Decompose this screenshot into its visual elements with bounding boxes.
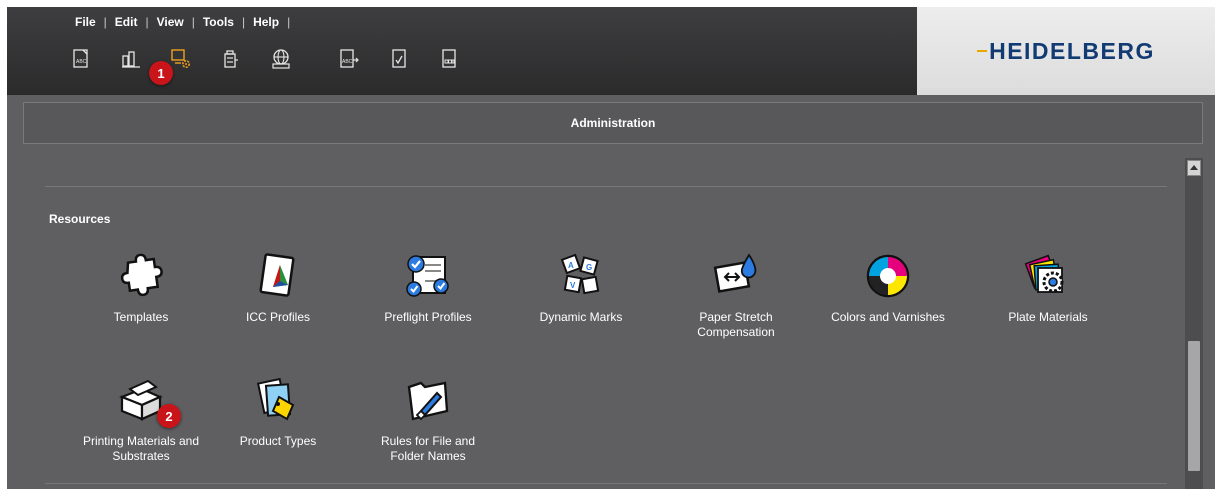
folder-brush-icon (398, 372, 458, 428)
menu-bar: File | Edit | View | Tools | Help | (67, 13, 290, 31)
svg-text:G: G (586, 263, 592, 272)
menu-view[interactable]: View (149, 15, 192, 29)
svg-text:V: V (570, 281, 576, 290)
top-bar: File | Edit | View | Tools | Help | ABC (7, 7, 917, 95)
menu-edit[interactable]: Edit (107, 15, 146, 29)
vertical-scrollbar[interactable] (1185, 158, 1203, 489)
globe-monitor-icon[interactable] (267, 45, 295, 73)
logo-accent-dash (977, 50, 988, 52)
device-icon[interactable] (217, 45, 245, 73)
resource-preflight-profiles[interactable]: Preflight Profiles (363, 248, 493, 325)
resource-label: ICC Profiles (245, 310, 310, 324)
checklist-icon (398, 248, 458, 304)
heidelberg-logo: HEIDELBERG (977, 38, 1155, 65)
menu-tools[interactable]: Tools (195, 15, 242, 29)
svg-text:ABC: ABC (76, 59, 87, 65)
resource-product-types[interactable]: Product Types (213, 372, 343, 449)
resource-label: Plate Materials (1008, 310, 1088, 324)
svg-text:A: A (568, 261, 574, 270)
resource-printing-materials-and-substrates[interactable]: Printing Materials and Substrates (76, 372, 206, 464)
divider-bottom (45, 483, 1167, 484)
resource-label: Printing Materials and Substrates (82, 434, 200, 463)
resource-rules-for-file-and-folder-names[interactable]: Rules for File and Folder Names (363, 372, 493, 464)
resource-paper-stretch-compensation[interactable]: Paper Stretch Compensation (671, 248, 801, 340)
bars-chart-icon[interactable] (117, 45, 145, 73)
puzzle-icon (111, 248, 171, 304)
callout-marker-2: 2 (157, 404, 181, 428)
application-window: File | Edit | View | Tools | Help | ABC (7, 7, 1215, 489)
scrollbar-thumb[interactable] (1188, 341, 1200, 471)
resource-label: Preflight Profiles (384, 310, 472, 324)
menu-separator: | (287, 15, 291, 29)
brand-logo-area: HEIDELBERG (917, 7, 1215, 95)
resource-colors-and-varnishes[interactable]: Colors and Varnishes (823, 248, 953, 325)
document-abc-arrow-icon[interactable]: ABC (335, 45, 363, 73)
cmyk-circle-icon (858, 248, 918, 304)
svg-text:ABC: ABC (342, 59, 353, 65)
resource-templates[interactable]: Templates (76, 248, 206, 325)
resource-label: Product Types (239, 434, 317, 448)
divider-top (45, 186, 1167, 187)
resource-dynamic-marks[interactable]: A G V Dynamic Marks (516, 248, 646, 325)
document-ddd-icon[interactable] (435, 45, 463, 73)
panel-header: Administration (23, 102, 1203, 144)
resource-icc-profiles[interactable]: ICC Profiles (213, 248, 343, 325)
menu-file[interactable]: File (67, 15, 104, 29)
resource-label: Paper Stretch Compensation (697, 310, 775, 339)
scroll-up-button[interactable] (1187, 160, 1201, 176)
resource-label: Colors and Varnishes (831, 310, 945, 324)
document-check-icon[interactable] (385, 45, 413, 73)
tag-icon (248, 372, 308, 428)
resource-label: Dynamic Marks (539, 310, 623, 324)
resource-label: Templates (113, 310, 169, 324)
callout-marker-1: 1 (149, 61, 173, 85)
plates-gear-icon (1018, 248, 1078, 304)
resources-content: Resources Templates ICC Profiles Preflig… (23, 144, 1185, 489)
menu-help[interactable]: Help (245, 15, 287, 29)
resource-label: Rules for File and Folder Names (380, 434, 476, 463)
stretch-drop-icon (706, 248, 766, 304)
logo-text: HEIDELBERG (989, 37, 1155, 64)
color-gamut-icon (248, 248, 308, 304)
section-title: Resources (49, 212, 111, 226)
document-abc-icon[interactable]: ABC (67, 45, 95, 73)
resource-plate-materials[interactable]: Plate Materials (983, 248, 1113, 325)
panel-title: Administration (570, 116, 656, 130)
tiles-icon: A G V (551, 248, 611, 304)
